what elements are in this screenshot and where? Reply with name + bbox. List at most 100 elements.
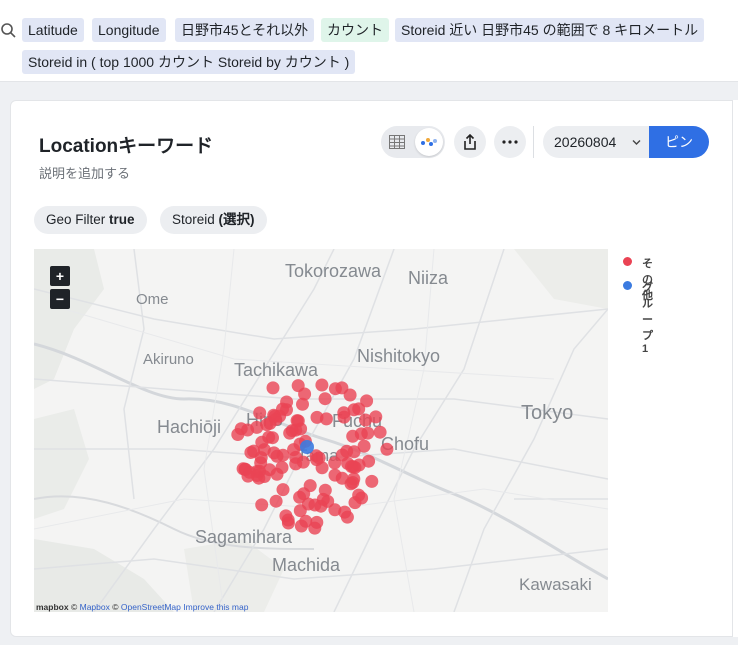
copyright-symbol-2: © xyxy=(112,602,119,612)
map-point-other[interactable] xyxy=(340,444,354,458)
place-label-machida: Machida xyxy=(272,555,341,575)
mapbox-logo: mapbox xyxy=(36,602,69,612)
map-point-other[interactable] xyxy=(312,451,326,465)
map-point-other[interactable] xyxy=(373,425,387,439)
query-chip-top-filter[interactable]: Storeid in ( top 1000 カウント Storeid by カウ… xyxy=(22,50,356,74)
storeid-filter-pill[interactable]: Storeid (選択) xyxy=(160,206,267,234)
map-point-other[interactable] xyxy=(270,449,284,463)
pin-button[interactable]: ピン xyxy=(649,126,709,158)
map-point-other[interactable] xyxy=(319,412,333,426)
map-point-other[interactable] xyxy=(352,402,366,416)
map-basemap: Tokorozawa Niiza Ome Akiruno Tachikawa N… xyxy=(34,249,608,612)
map-point-other[interactable] xyxy=(294,519,308,533)
share-button[interactable] xyxy=(454,126,486,158)
copyright-symbol: © xyxy=(70,602,78,612)
map-point-other[interactable] xyxy=(348,496,362,510)
map-point-other[interactable] xyxy=(343,388,357,402)
map-point-other[interactable] xyxy=(301,497,315,511)
date-value: 20260804 xyxy=(554,134,617,150)
map-point-other[interactable] xyxy=(253,406,267,420)
osm-link[interactable]: OpenStreetMap xyxy=(121,602,181,612)
map-point-other[interactable] xyxy=(380,442,394,456)
query-chip-longitude[interactable]: Longitude xyxy=(92,18,166,42)
place-label-sagamihara: Sagamihara xyxy=(195,527,293,547)
map-point-other[interactable] xyxy=(359,413,372,427)
share-icon xyxy=(464,134,476,150)
map-point-other[interactable] xyxy=(296,397,309,411)
map-point-other[interactable] xyxy=(341,456,355,470)
map-point-other[interactable] xyxy=(314,499,328,513)
more-icon xyxy=(502,140,518,144)
card-title[interactable]: Locationキーワード xyxy=(39,131,213,158)
mapbox-link[interactable]: Mapbox xyxy=(80,602,110,612)
more-options-button[interactable] xyxy=(494,126,526,158)
query-chip-latitude[interactable]: Latitude xyxy=(22,18,84,42)
geo-filter-value: true xyxy=(109,212,135,227)
map-point-other[interactable] xyxy=(365,474,379,488)
place-label-tokorozawa: Tokorozawa xyxy=(285,261,382,281)
map-point-other[interactable] xyxy=(269,494,283,508)
map-point-other[interactable] xyxy=(244,446,258,459)
map-point-other[interactable] xyxy=(318,483,332,497)
map-point-other[interactable] xyxy=(276,483,290,497)
improve-map-link[interactable]: Improve this map xyxy=(183,602,248,612)
query-chip-hino-group[interactable]: 日野市45とそれ以外 xyxy=(175,18,315,42)
place-label-kawasaki: Kawasaki xyxy=(519,575,592,594)
place-label-nishitokyo: Nishitokyo xyxy=(357,346,440,366)
map-point-other[interactable] xyxy=(289,457,303,471)
adjacent-card-edge xyxy=(732,100,738,637)
map-point-other[interactable] xyxy=(238,463,252,476)
map-point-other[interactable] xyxy=(308,521,322,535)
map-point-other[interactable] xyxy=(318,392,332,406)
legend-label-group1: グループ 1 xyxy=(642,282,653,355)
map-point-other[interactable] xyxy=(361,426,375,440)
map-point-other[interactable] xyxy=(281,516,295,530)
search-icon[interactable] xyxy=(0,22,16,38)
visualization-card: Locationキーワード 説明を追加する 20260804 ピン Geo Fi… xyxy=(10,100,738,637)
map-point-other[interactable] xyxy=(250,469,264,482)
map-point-other[interactable] xyxy=(338,505,352,519)
place-label-tachikawa: Tachikawa xyxy=(234,360,319,380)
place-label-akiruno: Akiruno xyxy=(143,351,194,368)
place-label-niiza: Niiza xyxy=(408,268,449,288)
query-chip-near-filter[interactable]: Storeid 近い 日野市45 の範囲で 8 キロメートル xyxy=(395,18,705,42)
geo-filter-label: Geo Filter xyxy=(46,212,106,227)
chart-view-button[interactable] xyxy=(415,128,443,156)
table-view-button[interactable] xyxy=(383,128,411,156)
map-point-other[interactable] xyxy=(255,498,269,512)
zoom-in-button[interactable]: + xyxy=(50,266,70,286)
card-description[interactable]: 説明を追加する xyxy=(39,163,130,182)
map-point-other[interactable] xyxy=(276,402,289,416)
place-label-ome: Ome xyxy=(136,291,169,308)
map-point-other[interactable] xyxy=(270,467,284,481)
map-point-other[interactable] xyxy=(266,381,280,395)
map-point-other[interactable] xyxy=(266,431,279,445)
map-point-other[interactable] xyxy=(283,426,297,440)
map-point-other[interactable] xyxy=(315,378,329,392)
map-point-other[interactable] xyxy=(337,406,351,420)
map-chart-icon xyxy=(421,138,437,146)
legend-swatch-other xyxy=(623,257,632,266)
map-view[interactable]: Tokorozawa Niiza Ome Akiruno Tachikawa N… xyxy=(34,249,608,612)
storeid-filter-value: (選択) xyxy=(218,212,255,227)
map-point-other[interactable] xyxy=(231,428,245,441)
storeid-filter-label: Storeid xyxy=(172,212,215,227)
query-chip-count[interactable]: カウント xyxy=(321,18,389,42)
data-points-layer xyxy=(231,378,394,535)
map-point-other[interactable] xyxy=(328,382,342,396)
geo-filter-pill[interactable]: Geo Filter true xyxy=(34,206,147,234)
map-point-other[interactable] xyxy=(328,456,342,470)
zoom-out-button[interactable]: − xyxy=(50,289,70,309)
map-point-other[interactable] xyxy=(362,454,376,468)
map-attribution: mapbox © Mapbox © OpenStreetMap Improve … xyxy=(36,602,248,612)
toolbar-divider xyxy=(533,126,534,158)
place-label-tokyo: Tokyo xyxy=(521,402,573,424)
view-toggle xyxy=(381,126,445,158)
map-point-other[interactable] xyxy=(347,472,361,486)
map-point-other[interactable] xyxy=(250,420,264,434)
map-point-group1[interactable] xyxy=(300,440,314,454)
search-query-bar: Latitude Longitude 日野市45とそれ以外 カウント Store… xyxy=(0,0,738,82)
date-selector[interactable]: 20260804 xyxy=(543,126,651,158)
table-icon xyxy=(389,135,405,149)
chevron-down-icon xyxy=(632,140,641,145)
